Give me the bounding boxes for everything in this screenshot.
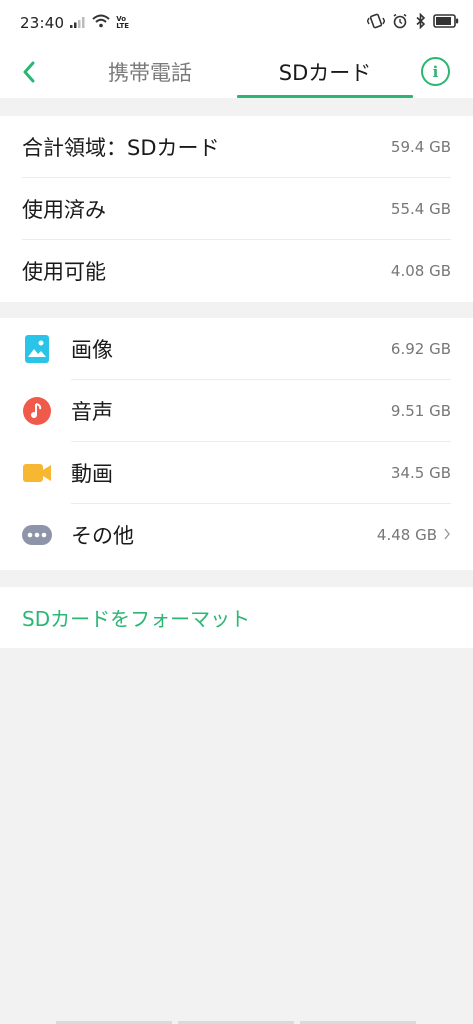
more-icon [22, 520, 52, 550]
image-icon [22, 334, 52, 364]
summary-row-total: 合計領域：SDカード 59.4 GB [0, 116, 473, 178]
back-button[interactable] [14, 56, 44, 88]
info-button[interactable]: i [421, 57, 450, 86]
category-label-images: 画像 [71, 338, 113, 362]
chevron-right-icon [443, 526, 451, 544]
storage-summary-card: 合計領域：SDカード 59.4 GB 使用済み 55.4 GB 使用可能 4.0… [0, 116, 473, 302]
format-sd-card-button[interactable]: SDカードをフォーマット [0, 587, 473, 648]
bluetooth-icon [415, 12, 426, 33]
status-left: 23:40 Vo LTE [20, 14, 129, 32]
total-space-value: 59.4 GB [390, 138, 451, 156]
active-tab-indicator [237, 95, 413, 98]
category-label-video: 動画 [71, 462, 113, 486]
back-arrow-icon [23, 61, 35, 83]
available-space-label: 使用可能 [22, 260, 106, 284]
status-time: 23:40 [20, 14, 65, 32]
volte-bottom: LTE [116, 22, 130, 30]
category-label-other: その他 [71, 524, 134, 548]
category-value-audio: 9.51 GB [390, 402, 451, 420]
category-row-video[interactable]: 動画 34.5 GB [0, 442, 473, 504]
music-icon [22, 396, 52, 426]
category-value-images: 6.92 GB [390, 340, 451, 358]
status-bar: 23:40 Vo LTE [0, 0, 473, 46]
signal-icon [70, 14, 86, 32]
category-label-audio: 音声 [71, 400, 113, 424]
alarm-icon [392, 13, 408, 33]
summary-row-available: 使用可能 4.08 GB [0, 240, 473, 302]
screen: 23:40 Vo LTE 携帯電話 SDカード i 合計領域：SDカード 59.… [0, 0, 473, 1024]
used-space-label: 使用済み [22, 198, 106, 222]
tab-phone-storage[interactable]: 携帯電話 [70, 46, 230, 98]
category-row-images[interactable]: 画像 6.92 GB [0, 318, 473, 380]
volte-icon: Vo LTE [116, 16, 129, 30]
vibrate-icon [366, 13, 386, 33]
header: 携帯電話 SDカード i [0, 46, 473, 98]
summary-row-used: 使用済み 55.4 GB [0, 178, 473, 240]
video-icon [22, 458, 52, 488]
format-card: SDカードをフォーマット [0, 587, 473, 648]
storage-categories-card: 画像 6.92 GB 音声 9.51 GB 動画 34.5 GB その他 4.4… [0, 318, 473, 570]
status-right [366, 12, 459, 33]
category-row-other[interactable]: その他 4.48 GB [0, 504, 473, 566]
battery-icon [433, 14, 459, 32]
wifi-icon [92, 14, 110, 32]
category-row-audio[interactable]: 音声 9.51 GB [0, 380, 473, 442]
tab-sd-card[interactable]: SDカード [237, 46, 413, 98]
used-space-value: 55.4 GB [390, 200, 451, 218]
category-value-other: 4.48 GB [376, 526, 437, 544]
total-space-label: 合計領域：SDカード [22, 136, 220, 160]
info-icon: i [432, 62, 439, 81]
category-value-video: 34.5 GB [390, 464, 451, 482]
available-space-value: 4.08 GB [390, 262, 451, 280]
